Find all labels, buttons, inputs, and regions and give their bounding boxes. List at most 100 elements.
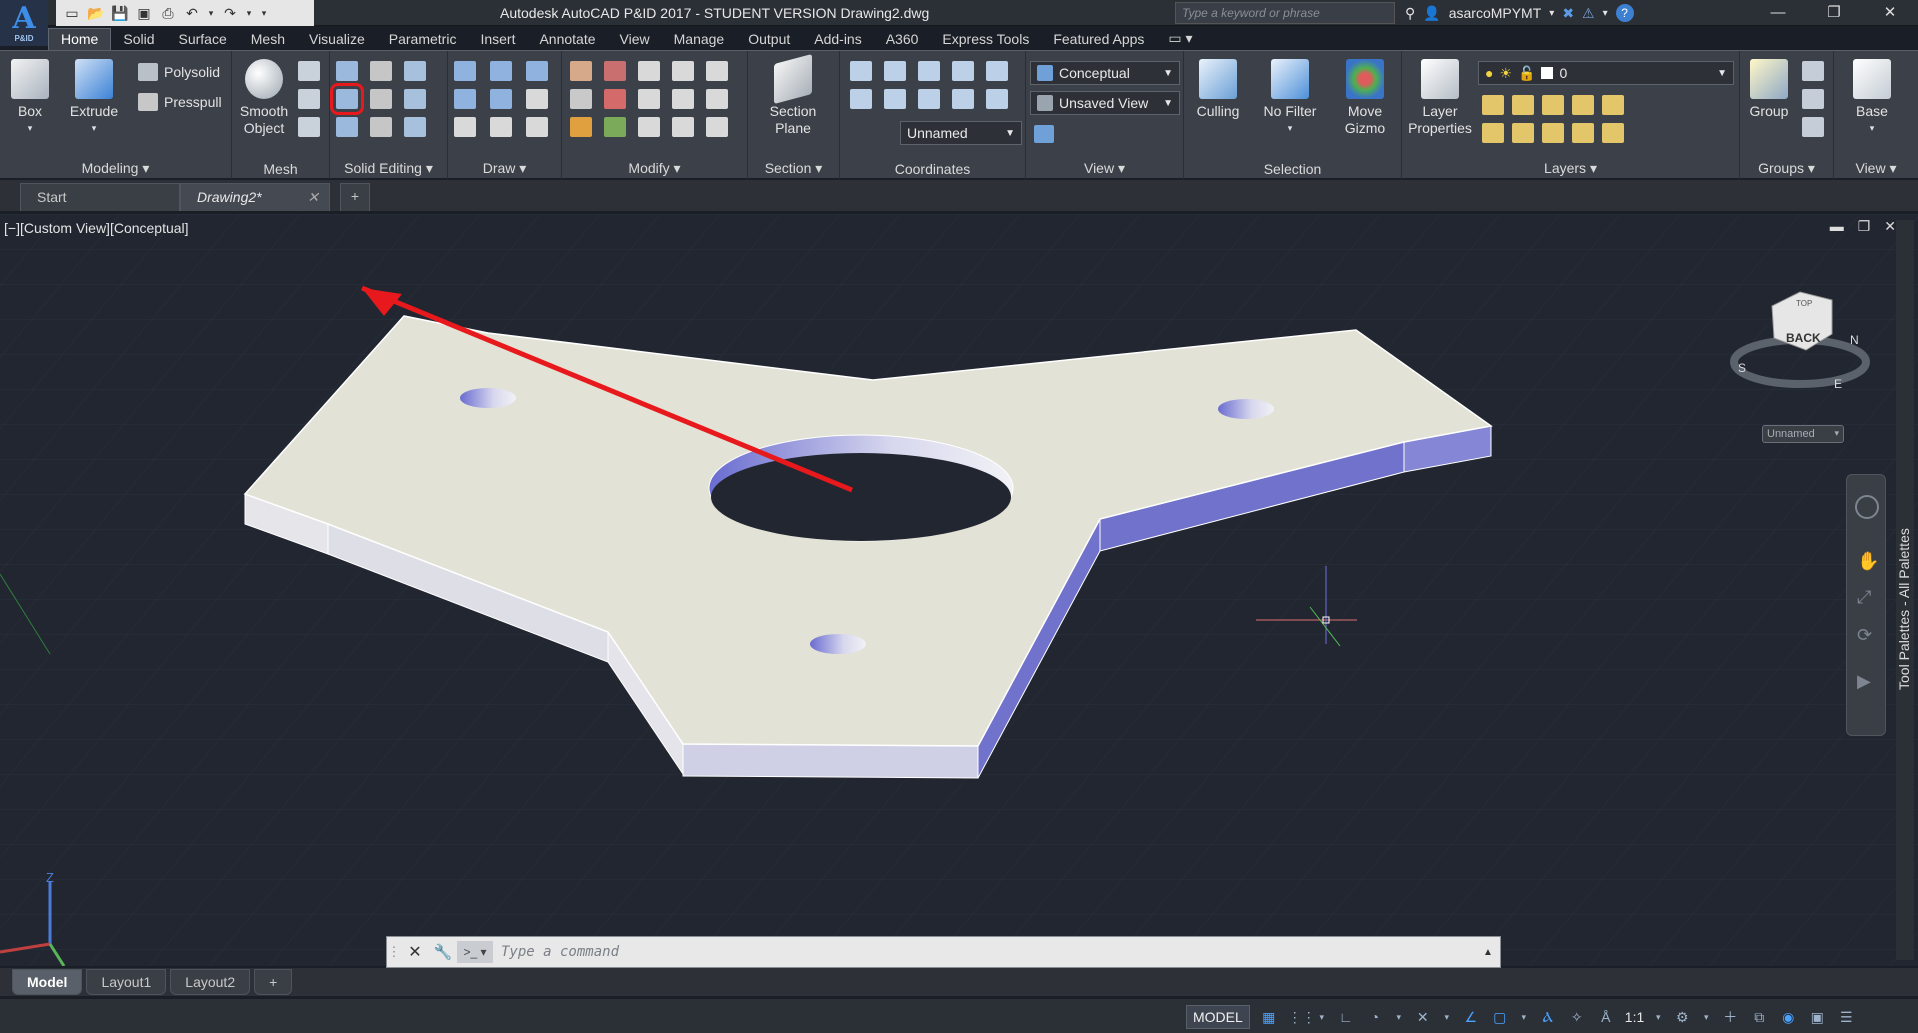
- redo-icon[interactable]: ↷: [220, 4, 240, 22]
- ucs-y-icon[interactable]: [986, 89, 1008, 109]
- layer-unisolate-icon[interactable]: [1512, 123, 1534, 143]
- close-icon[interactable]: ✕: [1884, 218, 1896, 235]
- visual-style-dropdown[interactable]: Conceptual ▼: [1030, 61, 1180, 85]
- layer-unlock-icon[interactable]: [1572, 123, 1594, 143]
- ribbon-options-icon[interactable]: ▭ ▾: [1156, 28, 1204, 50]
- tab-home[interactable]: Home: [48, 28, 112, 50]
- compass-s[interactable]: S: [1738, 361, 1746, 375]
- tab-visualize[interactable]: Visualize: [297, 29, 377, 50]
- command-input[interactable]: Type a command: [501, 944, 619, 960]
- ucs-x-icon[interactable]: [952, 89, 974, 109]
- panel-title-draw[interactable]: Draw ▾: [448, 160, 561, 177]
- rotate-icon[interactable]: [638, 89, 660, 109]
- chevron-down-icon[interactable]: ▾: [1519, 1008, 1529, 1026]
- open-icon[interactable]: 📂: [86, 4, 106, 22]
- rectangle-icon[interactable]: [490, 117, 512, 137]
- viewport-label[interactable]: [−][Custom View][Conceptual]: [4, 220, 189, 236]
- close-icon[interactable]: ✕: [401, 942, 429, 962]
- add-layout-icon[interactable]: +: [254, 969, 293, 995]
- panel-title-groups[interactable]: Groups ▾: [1740, 160, 1833, 177]
- new-icon[interactable]: ▭: [62, 4, 82, 22]
- model-space-toggle[interactable]: MODEL: [1186, 1005, 1250, 1029]
- helix-icon[interactable]: [490, 61, 512, 81]
- layer-lock-icon[interactable]: [1572, 95, 1594, 115]
- move-gizmo-button[interactable]: Move Gizmo: [1334, 59, 1396, 137]
- gear-icon[interactable]: ⚙: [1672, 1008, 1692, 1026]
- ucs-zaxis-icon[interactable]: [952, 61, 974, 81]
- circle-icon[interactable]: [526, 89, 548, 109]
- minimize-icon[interactable]: —: [1750, 0, 1806, 26]
- polar-icon[interactable]: ◔: [1365, 1008, 1385, 1026]
- customize-qat-icon[interactable]: ▾: [258, 4, 270, 22]
- line-icon[interactable]: [490, 89, 512, 109]
- orbit-icon[interactable]: ⟳: [1857, 625, 1872, 646]
- offset-icon[interactable]: [570, 89, 592, 109]
- erase-icon[interactable]: [570, 117, 592, 137]
- base-view-button[interactable]: Base ▾: [1844, 59, 1900, 137]
- tab-express-tools[interactable]: Express Tools: [930, 29, 1041, 50]
- no-filter-button[interactable]: No Filter ▾: [1252, 59, 1328, 137]
- ucs-menu-dropdown[interactable]: Unnamed ▾: [1762, 425, 1844, 443]
- intersect-icon[interactable]: [336, 117, 358, 137]
- panel-title-section[interactable]: Section ▾: [748, 160, 839, 177]
- user-name[interactable]: asarcoMPYMT: [1449, 5, 1542, 21]
- chevron-up-icon[interactable]: ▲: [1476, 947, 1500, 958]
- application-menu-button[interactable]: A P&ID: [0, 0, 48, 46]
- maximize-icon[interactable]: ❐: [1806, 0, 1862, 26]
- save-icon[interactable]: 💾: [110, 4, 130, 22]
- fillet-icon[interactable]: [570, 61, 592, 81]
- user-dropdown-icon[interactable]: ▾: [1549, 8, 1554, 19]
- showmotion-icon[interactable]: ▶: [1857, 671, 1871, 692]
- layer-isolate-icon[interactable]: [1512, 95, 1534, 115]
- object-snap-tracking-icon[interactable]: ∠: [1461, 1008, 1481, 1026]
- help-icon[interactable]: ?: [1615, 4, 1634, 22]
- thicken-icon[interactable]: [370, 117, 392, 137]
- array-icon[interactable]: [604, 61, 626, 81]
- panel-title-view[interactable]: View ▾: [1026, 160, 1183, 177]
- tab-solid[interactable]: Solid: [111, 29, 166, 50]
- layer-properties-button[interactable]: Layer Properties: [1406, 59, 1474, 137]
- panel-title-coordinates[interactable]: Coordinates: [840, 161, 1025, 177]
- ucs-world-icon[interactable]: [884, 61, 906, 81]
- tab-parametric[interactable]: Parametric: [377, 29, 469, 50]
- ucs-3point-icon[interactable]: [986, 61, 1008, 81]
- tab-featured-apps[interactable]: Featured Apps: [1041, 29, 1156, 50]
- extrude-button[interactable]: Extrude ▾: [64, 59, 124, 137]
- arc-icon[interactable]: [526, 61, 548, 81]
- layer-previous-icon[interactable]: [1602, 123, 1624, 143]
- panel-title-modeling[interactable]: Modeling ▾: [0, 160, 231, 177]
- explode-icon[interactable]: [706, 117, 728, 137]
- saved-view-dropdown[interactable]: Unsaved View ▼: [1030, 91, 1180, 115]
- annotation-visibility-icon[interactable]: Ⲁ: [1538, 1008, 1558, 1026]
- file-tab-drawing2[interactable]: Drawing2* ✕: [180, 183, 330, 211]
- tab-a360[interactable]: A360: [874, 29, 931, 50]
- compass-n[interactable]: N: [1850, 333, 1859, 347]
- union-icon[interactable]: [336, 61, 358, 81]
- drawing-viewport[interactable]: Z BACK TOP N E S [−][Custom View][Concep…: [0, 214, 1918, 966]
- box-button[interactable]: Box ▾: [6, 59, 54, 137]
- extract-edges-icon[interactable]: [404, 61, 426, 81]
- chevron-down-icon[interactable]: ▾: [1317, 1008, 1327, 1026]
- mesh-smooth-less-icon[interactable]: [298, 89, 320, 109]
- tab-manage[interactable]: Manage: [662, 29, 737, 50]
- subtract-icon[interactable]: [330, 83, 364, 115]
- tab-annotate[interactable]: Annotate: [527, 29, 607, 50]
- plus-icon[interactable]: ＋: [1720, 1008, 1740, 1026]
- tab-insert[interactable]: Insert: [468, 29, 527, 50]
- group-select-icon[interactable]: [1802, 117, 1824, 137]
- group-button[interactable]: Group: [1744, 59, 1794, 120]
- clean-screen-icon[interactable]: ▣: [1807, 1008, 1827, 1026]
- customization-icon[interactable]: ☰: [1836, 1008, 1856, 1026]
- scale-icon[interactable]: [638, 117, 660, 137]
- object-snap-icon[interactable]: ▢: [1490, 1008, 1510, 1026]
- layer-dropdown[interactable]: ● ☀ 🔓 0 ▼: [1478, 61, 1734, 85]
- stretch-icon[interactable]: [672, 117, 694, 137]
- ungroup-icon[interactable]: [1802, 61, 1824, 81]
- auto-scale-icon[interactable]: ✧: [1567, 1008, 1587, 1026]
- grid-icon[interactable]: ▦: [1259, 1008, 1279, 1026]
- mesh-smooth-more-icon[interactable]: [298, 61, 320, 81]
- print-icon[interactable]: ⎙: [158, 4, 178, 22]
- tab-add-ins[interactable]: Add-ins: [802, 29, 873, 50]
- presspull-button[interactable]: Presspull: [138, 93, 222, 111]
- tab-surface[interactable]: Surface: [167, 29, 239, 50]
